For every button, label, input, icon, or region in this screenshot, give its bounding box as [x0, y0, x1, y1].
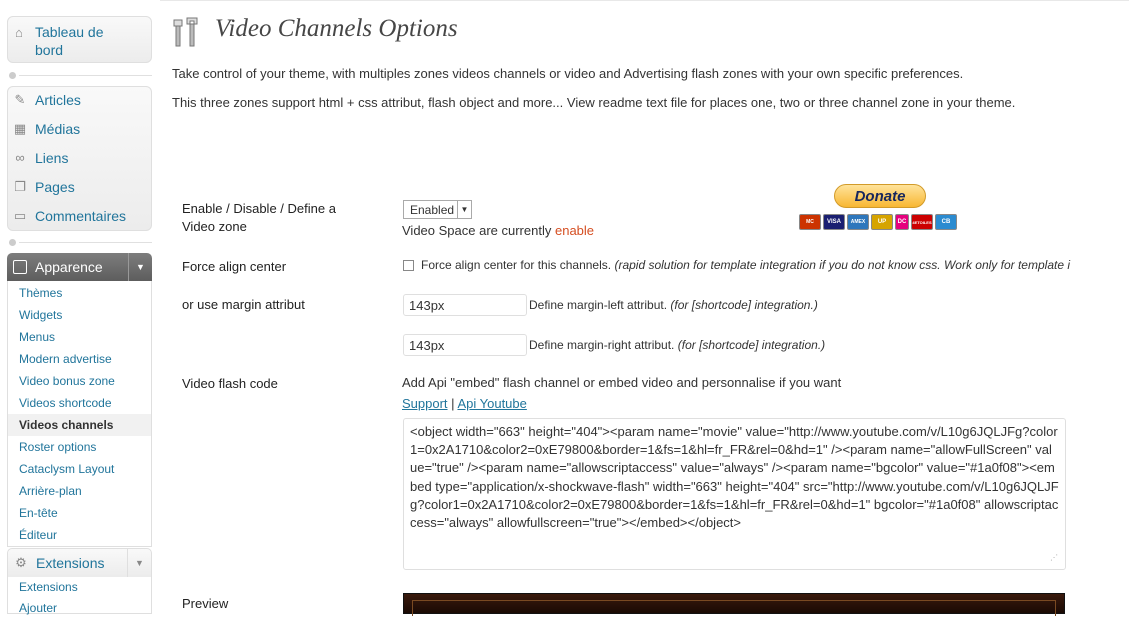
force-align-description: Force align center for this channels.	[421, 258, 612, 272]
pin-icon: ✎	[14, 91, 26, 107]
margin-left-note: (for [shortcode] integration.)	[670, 298, 818, 312]
tools-icon	[173, 17, 198, 47]
submenu-add[interactable]: Ajouter	[8, 598, 151, 619]
submenu-cataclysm-layout[interactable]: Cataclysm Layout	[8, 458, 151, 480]
menu-pages-label: Pages	[35, 178, 75, 195]
menu-extensions-label: Extensions	[36, 555, 105, 571]
menu-medias-label: Médias	[35, 120, 81, 137]
page-title: Video Channels Options	[215, 15, 458, 42]
menu-separator	[7, 239, 152, 248]
amex-icon: AMEX	[847, 214, 869, 230]
menu-comments-label: Commentaires	[35, 207, 127, 224]
submenu-themes[interactable]: Thèmes	[8, 282, 151, 304]
margin-left-help: Define margin-left attribut. (for [short…	[529, 298, 818, 312]
donate-button[interactable]: Donate	[834, 184, 926, 208]
force-align-label: Force align center	[182, 259, 287, 274]
margin-right-input[interactable]	[403, 334, 527, 356]
plugin-icon: ⚙	[15, 555, 27, 570]
menu-links[interactable]: ∞ Liens	[7, 144, 152, 171]
submenu-extensions[interactable]: Extensions	[8, 577, 151, 598]
chevron-down-icon[interactable]: ▼	[127, 549, 151, 577]
menu-pages[interactable]: ❐ Pages	[7, 173, 152, 200]
extensions-submenu: Extensions Ajouter	[7, 577, 152, 615]
card-icon: 4ETOILES	[911, 214, 933, 230]
enable-status-value: enable	[554, 223, 595, 238]
flash-code-textarea[interactable]: <object width="663" height="404"><param …	[403, 418, 1066, 570]
appearance-submenu: Thèmes Widgets Menus Modern advertise Vi…	[7, 281, 152, 547]
submenu-widgets[interactable]: Widgets	[8, 304, 151, 326]
menu-articles[interactable]: ✎ Articles	[7, 86, 152, 113]
media-icon: ▦	[13, 120, 27, 136]
margin-right-note: (for [shortcode] integration.)	[677, 338, 826, 352]
preview-label: Preview	[182, 596, 229, 611]
link-icon: ∞	[15, 149, 25, 165]
flash-code-label: Video flash code	[182, 376, 278, 391]
margin-label: or use margin attribut	[182, 297, 305, 312]
menu-medias[interactable]: ▦ Médias	[7, 115, 152, 142]
menu-articles-label: Articles	[35, 91, 81, 108]
payment-cards: MC VISA AMEX UP DC 4ETOILES CB	[799, 214, 957, 230]
resize-grip-icon[interactable]: ⋰	[1050, 553, 1060, 563]
submenu-roster-options[interactable]: Roster options	[8, 436, 151, 458]
home-icon: ⌂	[15, 25, 23, 40]
enable-label: Enable / Disable / Define a Video zone	[182, 201, 336, 234]
margin-left-input[interactable]	[403, 294, 527, 316]
visa-icon: VISA	[823, 214, 845, 230]
menu-appearance[interactable]: Apparence ▼	[7, 253, 152, 281]
cb-icon: CB	[935, 214, 957, 230]
card-icon: UP	[871, 214, 893, 230]
enable-select-value: Enabled	[410, 202, 455, 217]
submenu-videos-shortcode[interactable]: Videos shortcode	[8, 392, 151, 414]
flash-intro: Add Api "embed" flash channel or embed v…	[402, 375, 842, 390]
submenu-video-bonus-zone[interactable]: Video bonus zone	[8, 370, 151, 392]
api-youtube-link[interactable]: Api Youtube	[457, 396, 526, 411]
submenu-modern-advertise[interactable]: Modern advertise	[8, 348, 151, 370]
chevron-down-icon: ▼	[457, 201, 471, 218]
force-align-note: (rapid solution for template integration…	[614, 258, 1071, 272]
comment-icon: ▭	[13, 207, 27, 223]
card-icon: DC	[895, 214, 909, 230]
enable-select[interactable]: Enabled ▼	[403, 200, 472, 219]
chevron-down-icon[interactable]: ▼	[128, 253, 152, 281]
enable-status: Video Space are currently enable	[402, 223, 594, 238]
submenu-editor[interactable]: Éditeur	[8, 524, 151, 546]
video-preview[interactable]	[403, 593, 1065, 616]
force-align-text: Force align center for this channels. (r…	[421, 258, 1070, 272]
main-content: Video Channels Options Take control of y…	[160, 0, 1129, 616]
admin-sidebar: ⌂ Tableau de bord ✎ Articles ▦ Médias ∞ …	[0, 0, 160, 615]
appearance-icon	[13, 260, 27, 274]
support-link[interactable]: Support	[402, 396, 448, 411]
margin-right-text: Define margin-right attribut.	[529, 338, 675, 352]
submenu-header[interactable]: En-tête	[8, 502, 151, 524]
margin-left-text: Define margin-left attribut.	[529, 298, 668, 312]
margin-right-help: Define margin-right attribut. (for [shor…	[529, 338, 825, 352]
menu-dashboard[interactable]: ⌂ Tableau de bord	[7, 16, 152, 63]
menu-separator	[7, 72, 152, 81]
menu-appearance-label: Apparence	[35, 259, 103, 275]
menu-extensions[interactable]: ⚙ Extensions ▼	[7, 548, 152, 578]
force-align-checkbox[interactable]	[403, 260, 414, 271]
mastercard-icon: MC	[799, 214, 821, 230]
description-line-1: Take control of your theme, with multipl…	[172, 66, 964, 81]
submenu-menus[interactable]: Menus	[8, 326, 151, 348]
description-line-2: This three zones support html + css attr…	[172, 95, 1016, 110]
pages-icon: ❐	[14, 178, 26, 194]
submenu-background[interactable]: Arrière-plan	[8, 480, 151, 502]
submenu-videos-channels[interactable]: Videos channels	[8, 414, 151, 436]
enable-status-prefix: Video Space are currently	[402, 223, 552, 238]
menu-comments[interactable]: ▭ Commentaires	[7, 202, 152, 229]
flash-links: Support | Api Youtube	[402, 396, 527, 411]
link-separator: |	[451, 396, 455, 411]
top-divider	[160, 0, 1129, 1]
menu-links-label: Liens	[35, 149, 69, 166]
menu-dashboard-label: Tableau de bord	[35, 24, 104, 58]
